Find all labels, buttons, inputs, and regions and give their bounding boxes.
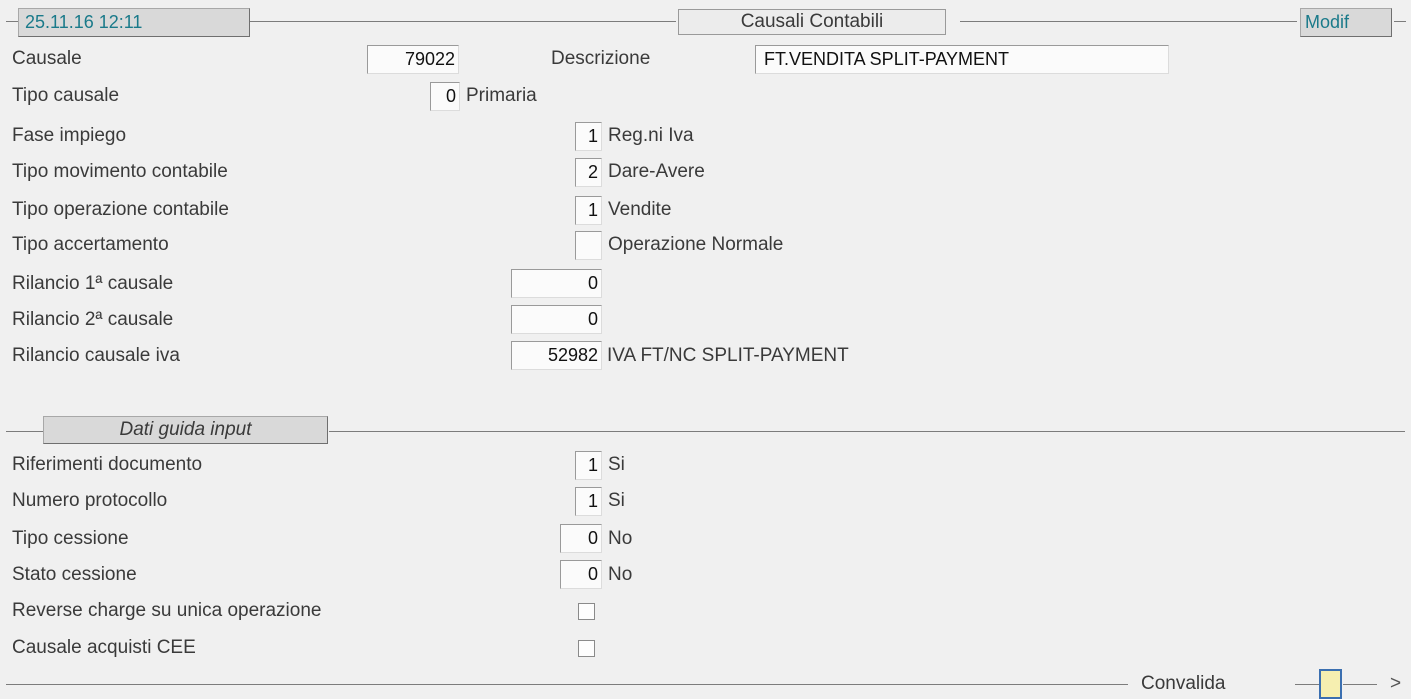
tipo-operazione-label: Tipo operazione contabile [12, 199, 229, 220]
descrizione-input[interactable]: FT.VENDITA SPLIT-PAYMENT [755, 45, 1169, 74]
stato-cessione-label: Stato cessione [12, 564, 137, 585]
tipo-cessione-label: Tipo cessione [12, 528, 129, 549]
tipo-cessione-desc: No [608, 528, 633, 549]
fase-impiego-desc: Reg.ni Iva [608, 125, 694, 146]
tipo-accertamento-label: Tipo accertamento [12, 234, 169, 255]
next-arrow-icon[interactable]: > [1390, 671, 1401, 697]
footer-rule-mid [1295, 684, 1319, 685]
tipo-movimento-label: Tipo movimento contabile [12, 161, 228, 182]
rilancio-1-label: Rilancio 1ª causale [12, 273, 174, 294]
rilancio-iva-desc: IVA FT/NC SPLIT-PAYMENT [607, 345, 849, 366]
section-title-box: Dati guida input [43, 416, 328, 444]
protocollo-desc: Si [608, 490, 625, 511]
descrizione-label: Descrizione [551, 48, 651, 69]
section-title: Dati guida input [119, 419, 252, 440]
mode-text: Modif [1305, 12, 1350, 32]
header-rule-end [1394, 21, 1406, 22]
mode-indicator[interactable]: Modif [1300, 8, 1392, 37]
protocollo-label: Numero protocollo [12, 490, 168, 511]
causale-input[interactable]: 79022 [367, 45, 459, 74]
fase-impiego-label: Fase impiego [12, 125, 127, 146]
page-title: Causali Contabili [678, 9, 946, 35]
footer-rule-right [1343, 684, 1377, 685]
rilancio-iva-input[interactable]: 52982 [511, 341, 602, 370]
stato-cessione-desc: No [608, 564, 633, 585]
rilancio-2-input[interactable]: 0 [511, 305, 602, 334]
tipo-operazione-desc: Vendite [608, 199, 672, 220]
convalida-label: Convalida [1141, 673, 1226, 694]
footer-rule-left [6, 684, 1128, 685]
acquisti-cee-label: Causale acquisti CEE [12, 637, 196, 658]
datetime-box: 25.11.16 12:11 [18, 8, 250, 37]
reverse-charge-checkbox[interactable] [578, 603, 595, 620]
causale-label: Causale [12, 48, 82, 69]
protocollo-input[interactable]: 1 [575, 487, 602, 516]
rilancio-iva-label: Rilancio causale iva [12, 345, 180, 366]
tipo-causale-label: Tipo causale [12, 85, 120, 106]
riferimenti-input[interactable]: 1 [575, 451, 602, 480]
riferimenti-label: Riferimenti documento [12, 454, 203, 475]
stato-cessione-input[interactable]: 0 [560, 560, 602, 589]
acquisti-cee-checkbox[interactable] [578, 640, 595, 657]
section-rule-left [6, 431, 43, 432]
rilancio-2-label: Rilancio 2ª causale [12, 309, 174, 330]
tipo-accertamento-input[interactable] [575, 231, 602, 260]
reverse-charge-label: Reverse charge su unica operazione [12, 600, 322, 621]
section-rule-right [329, 431, 1405, 432]
convalida-button[interactable] [1319, 669, 1342, 699]
header-rule-right [960, 21, 1297, 22]
tipo-cessione-input[interactable]: 0 [560, 524, 602, 553]
rilancio-1-input[interactable]: 0 [511, 269, 602, 298]
page-title-text: Causali Contabili [740, 11, 884, 32]
tipo-movimento-input[interactable]: 2 [575, 158, 602, 187]
tipo-causale-input[interactable]: 0 [430, 82, 460, 111]
tipo-causale-desc: Primaria [466, 85, 537, 106]
tipo-operazione-input[interactable]: 1 [575, 196, 602, 225]
datetime: 25.11.16 12:11 [25, 12, 143, 32]
riferimenti-desc: Si [608, 454, 625, 475]
tipo-accertamento-desc: Operazione Normale [608, 234, 784, 255]
tipo-movimento-desc: Dare-Avere [608, 161, 705, 182]
fase-impiego-input[interactable]: 1 [575, 122, 602, 151]
